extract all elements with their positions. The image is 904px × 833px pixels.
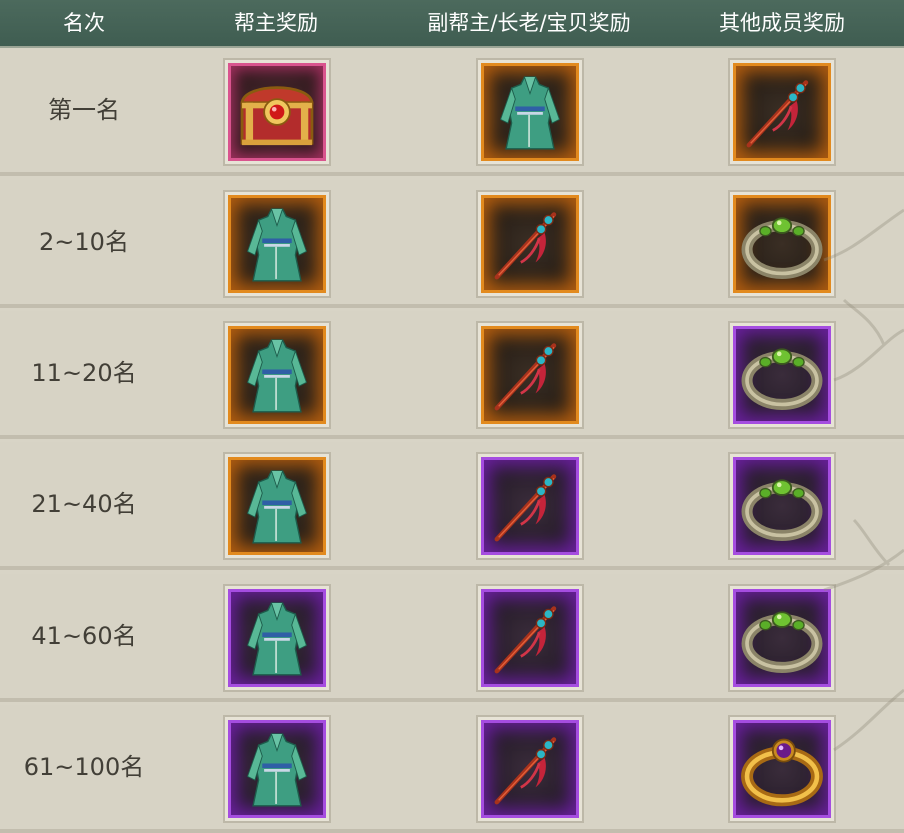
- robe-icon: [228, 720, 326, 818]
- rank-label: 61~100名: [23, 753, 145, 781]
- rank-label: 41~60名: [31, 622, 137, 650]
- deputy-reward-slot[interactable]: [476, 452, 584, 560]
- member-reward-slot[interactable]: [728, 452, 836, 560]
- table-row: 41~60名: [0, 574, 904, 702]
- hairpin-icon: [481, 589, 579, 687]
- robe-icon: [228, 195, 326, 293]
- deputy-reward-slot[interactable]: [476, 321, 584, 429]
- rank-label: 第一名: [48, 96, 120, 124]
- member-reward-slot[interactable]: [728, 584, 836, 692]
- leader-reward-slot[interactable]: [223, 58, 331, 166]
- treasure-chest-icon: [228, 63, 326, 161]
- deputy-reward-slot[interactable]: [476, 584, 584, 692]
- reward-table: 名次 帮主奖励 副帮主/长老/宝贝奖励 其他成员奖励 第一名 2~10名 11~…: [0, 0, 904, 833]
- robe-icon: [228, 457, 326, 555]
- robe-icon: [228, 326, 326, 424]
- rank-label: 11~20名: [31, 359, 137, 387]
- hairpin-icon: [481, 326, 579, 424]
- hairpin-icon: [733, 63, 831, 161]
- robe-icon: [481, 63, 579, 161]
- leader-reward-slot[interactable]: [223, 190, 331, 298]
- leader-reward-slot[interactable]: [223, 452, 331, 560]
- header-member-reward: 其他成员奖励: [719, 11, 845, 35]
- member-reward-slot[interactable]: [728, 321, 836, 429]
- jade-ring-icon: [733, 457, 831, 555]
- table-row: 2~10名: [0, 180, 904, 308]
- table-row: 21~40名: [0, 442, 904, 570]
- member-reward-slot[interactable]: [728, 190, 836, 298]
- jade-ring-icon: [733, 589, 831, 687]
- gold-amethyst-ring-icon: [733, 720, 831, 818]
- member-reward-slot[interactable]: [728, 58, 836, 166]
- header-rank: 名次: [63, 11, 105, 35]
- deputy-reward-slot[interactable]: [476, 715, 584, 823]
- table-row: 11~20名: [0, 311, 904, 439]
- rank-label: 21~40名: [31, 490, 137, 518]
- leader-reward-slot[interactable]: [223, 584, 331, 692]
- leader-reward-slot[interactable]: [223, 715, 331, 823]
- member-reward-slot[interactable]: [728, 715, 836, 823]
- hairpin-icon: [481, 720, 579, 818]
- table-row: 第一名: [0, 48, 904, 176]
- table-row: 61~100名: [0, 705, 904, 833]
- header-leader-reward: 帮主奖励: [234, 11, 318, 35]
- rank-label: 2~10名: [39, 228, 129, 256]
- jade-ring-icon: [733, 326, 831, 424]
- leader-reward-slot[interactable]: [223, 321, 331, 429]
- hairpin-icon: [481, 457, 579, 555]
- deputy-reward-slot[interactable]: [476, 58, 584, 166]
- jade-ring-icon: [733, 195, 831, 293]
- hairpin-icon: [481, 195, 579, 293]
- header-deputy-reward: 副帮主/长老/宝贝奖励: [427, 11, 631, 35]
- deputy-reward-slot[interactable]: [476, 190, 584, 298]
- table-header: 名次 帮主奖励 副帮主/长老/宝贝奖励 其他成员奖励: [0, 0, 904, 48]
- robe-icon: [228, 589, 326, 687]
